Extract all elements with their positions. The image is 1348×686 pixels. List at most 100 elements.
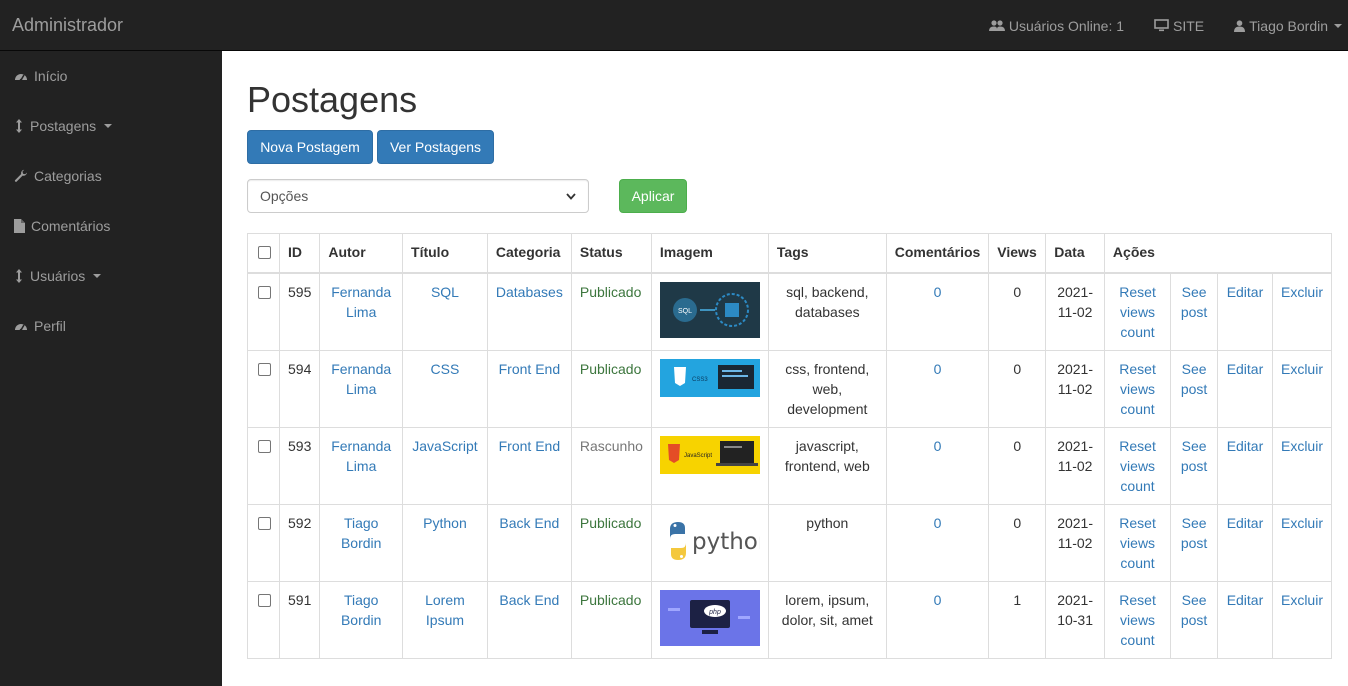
sidebar-item-categorias[interactable]: Categorias [0, 151, 222, 201]
sidebar-item-comentarios[interactable]: Comentários [0, 201, 222, 251]
row-checkbox[interactable] [258, 440, 271, 453]
sidebar-item-label: Categorias [34, 168, 102, 184]
delete-link[interactable]: Excluir [1281, 515, 1323, 531]
image-cell: python [650, 504, 769, 582]
user-name: Tiago Bordin [1249, 17, 1328, 34]
see-post-link[interactable]: See post [1181, 592, 1207, 628]
category-link[interactable]: Front End [499, 438, 560, 454]
apply-button[interactable]: Aplicar [619, 179, 687, 213]
edit-link[interactable]: Editar [1227, 592, 1264, 608]
author-link[interactable]: Tiago Bordin [341, 515, 381, 551]
column-header[interactable]: Imagem [650, 233, 769, 274]
author-link[interactable]: Tiago Bordin [341, 592, 381, 628]
dashboard-icon [15, 74, 27, 82]
edit-link[interactable]: Editar [1227, 361, 1264, 377]
page-title: Postagens [247, 79, 418, 120]
post-title-link[interactable]: Python [423, 515, 467, 531]
caret-down-icon [93, 274, 102, 278]
bulk-options-select[interactable]: Opções [247, 179, 589, 213]
edit-link[interactable]: Editar [1227, 438, 1264, 454]
comments-count-link[interactable]: 0 [934, 515, 942, 531]
see-post-link[interactable]: See post [1181, 361, 1207, 397]
column-header[interactable]: Comentários [885, 233, 990, 274]
column-header[interactable]: Categoria [486, 233, 572, 274]
sidebar-item-label: Perfil [34, 318, 66, 334]
author-cell: Fernanda Lima [319, 350, 404, 428]
row-checkbox[interactable] [258, 517, 271, 530]
reset-views-link[interactable]: Reset views count [1119, 515, 1156, 571]
delete-link[interactable]: Excluir [1281, 438, 1323, 454]
brand-link[interactable]: Administrador [12, 15, 123, 36]
category-link[interactable]: Back End [499, 592, 559, 608]
title-cell: Python [402, 504, 488, 582]
sidebar-item-postagens[interactable]: Postagens [0, 101, 222, 151]
row-checkbox[interactable] [258, 363, 271, 376]
post-thumbnail: CSS3 [659, 359, 760, 397]
column-header[interactable]: Tags [767, 233, 887, 274]
post-title-link[interactable]: SQL [431, 284, 459, 300]
site-link[interactable]: SITE [1154, 18, 1204, 34]
author-link[interactable]: Fernanda Lima [331, 361, 391, 397]
reset-views-link[interactable]: Reset views count [1119, 361, 1156, 417]
comments-count-link[interactable]: 0 [934, 284, 942, 300]
delete-link[interactable]: Excluir [1281, 361, 1323, 377]
category-link[interactable]: Back End [499, 515, 559, 531]
view-posts-button[interactable]: Ver Postagens [377, 130, 494, 164]
comments-count-link[interactable]: 0 [934, 592, 942, 608]
author-link[interactable]: Fernanda Lima [331, 438, 391, 474]
see-post-link[interactable]: See post [1181, 515, 1207, 551]
author-link[interactable]: Fernanda Lima [331, 284, 391, 320]
delete-link[interactable]: Excluir [1281, 592, 1323, 608]
column-header[interactable]: Data [1045, 233, 1105, 274]
see-post-link[interactable]: See post [1181, 284, 1207, 320]
column-header[interactable]: Autor [319, 233, 404, 274]
column-header[interactable]: Views [988, 233, 1047, 274]
category-link[interactable]: Databases [496, 284, 563, 300]
row-checkbox[interactable] [258, 594, 271, 607]
tags-text: javascript, frontend, web [767, 427, 887, 505]
post-title-link[interactable]: JavaScript [412, 438, 477, 454]
user-menu-dropdown[interactable]: Tiago Bordin [1234, 18, 1342, 34]
post-id: 594 [278, 350, 321, 428]
column-header[interactable]: Título [402, 233, 488, 274]
tags-text: css, frontend, web, development [767, 350, 887, 428]
views-count: 1 [988, 581, 1047, 659]
comments-count-link[interactable]: 0 [934, 361, 942, 377]
sidebar-item-inicio[interactable]: Início [0, 51, 222, 101]
post-id: 592 [278, 504, 321, 582]
delete-link[interactable]: Excluir [1281, 284, 1323, 300]
users-online-indicator[interactable]: Usuários Online: 1 [988, 17, 1125, 34]
edit-link[interactable]: Editar [1227, 284, 1264, 300]
column-header[interactable]: Status [570, 233, 652, 274]
reset-views-link[interactable]: Reset views count [1119, 438, 1156, 494]
post-title-link[interactable]: Lorem Ipsum [425, 592, 465, 628]
comments-cell: 0 [885, 581, 990, 659]
new-post-button[interactable]: Nova Postagem [247, 130, 373, 164]
category-link[interactable]: Front End [499, 361, 560, 377]
row-checkbox[interactable] [258, 286, 271, 299]
author-cell: Tiago Bordin [319, 581, 404, 659]
sidebar-item-label: Usuários [30, 268, 86, 284]
post-title-link[interactable]: CSS [431, 361, 460, 377]
tags-text: lorem, ipsum, dolor, sit, amet [767, 581, 887, 659]
column-header[interactable]: Ações [1103, 233, 1333, 274]
tags-text: python [767, 504, 887, 582]
sidebar-item-perfil[interactable]: Perfil [0, 301, 222, 351]
sidebar-item-label: Comentários [31, 218, 111, 234]
edit-cell: Editar [1216, 581, 1273, 659]
column-header[interactable]: ID [278, 233, 321, 274]
see-post-link[interactable]: See post [1181, 438, 1207, 474]
post-date: 2021-11-02 [1045, 427, 1105, 505]
edit-link[interactable]: Editar [1227, 515, 1264, 531]
select-all-checkbox[interactable] [258, 246, 271, 259]
reset-cell: Reset views count [1103, 272, 1172, 351]
reset-views-link[interactable]: Reset views count [1119, 592, 1156, 648]
reset-views-link[interactable]: Reset views count [1119, 284, 1156, 340]
category-cell: Back End [486, 504, 572, 582]
thumb-text: SQL [678, 308, 692, 315]
users-online-label: Usuários Online: 1 [1008, 17, 1125, 34]
sidebar-item-usuarios[interactable]: Usuários [0, 251, 222, 301]
post-id: 595 [278, 272, 321, 351]
comments-count-link[interactable]: 0 [934, 438, 942, 454]
category-cell: Back End [486, 581, 572, 659]
